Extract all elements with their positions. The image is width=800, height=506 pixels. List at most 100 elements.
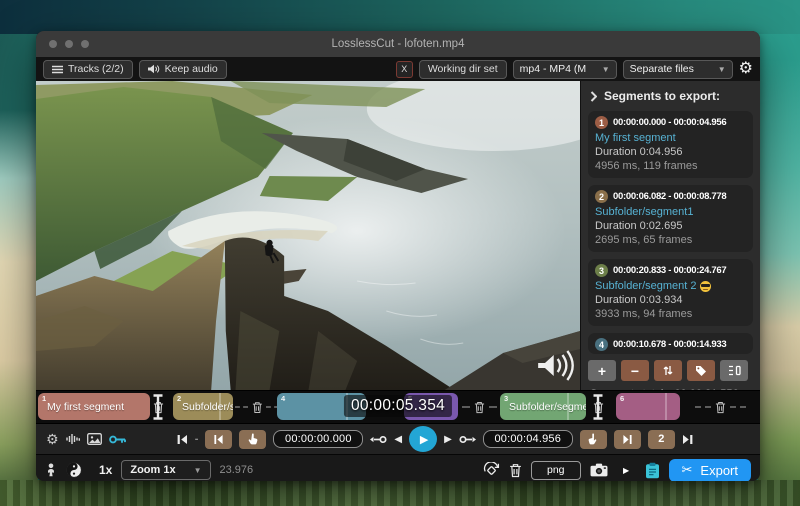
segment-card[interactable]: 4 00:00:10.678 - 00:00:14.933 bbox=[588, 333, 753, 354]
chevron-down-icon: ▼ bbox=[596, 65, 610, 74]
thumbnails-icon[interactable] bbox=[87, 433, 102, 445]
trash-icon[interactable] bbox=[509, 463, 522, 478]
cut-end-time-input[interactable]: 00:00:04.956 bbox=[483, 430, 573, 448]
desktop-wallpaper-top bbox=[0, 0, 800, 34]
waveform-icon[interactable] bbox=[66, 433, 80, 445]
trash-icon[interactable] bbox=[715, 401, 726, 414]
gap-delete-control[interactable] bbox=[686, 393, 754, 421]
segment-actions: + − bbox=[588, 360, 753, 381]
timeline-zoom-select[interactable]: Zoom 1x ▼ bbox=[121, 460, 210, 480]
cog-icon[interactable]: ⚙ bbox=[46, 432, 59, 446]
segment-number-badge: 2 bbox=[595, 190, 608, 203]
gap-delete-control[interactable] bbox=[460, 393, 498, 421]
segments-sidebar: Segments to export: 100:00:00.000 - 00:0… bbox=[580, 81, 760, 390]
next-frame-icon[interactable]: ▶ bbox=[444, 434, 452, 445]
media-preview-icon[interactable]: ▶ bbox=[617, 462, 636, 479]
settings-gear-icon[interactable]: ⚙ bbox=[739, 61, 753, 77]
desktop-wallpaper-left bbox=[0, 110, 38, 490]
segment-meta: 2695 ms, 65 frames bbox=[595, 234, 746, 246]
simple-mode-baby-icon[interactable] bbox=[45, 463, 57, 477]
output-format-value: mp4 - MP4 (M bbox=[520, 63, 587, 75]
divider-dash: - bbox=[195, 433, 199, 445]
segment-range: 00:00:10.678 - 00:00:14.933 bbox=[613, 339, 726, 350]
capture-format-button[interactable]: png bbox=[531, 461, 581, 480]
titlebar: LosslessCut - lofoten.mp4 bbox=[36, 31, 760, 57]
prev-frame-icon[interactable]: ◀ bbox=[394, 434, 402, 445]
segment-number-badge: 4 bbox=[595, 338, 608, 351]
video-preview[interactable] bbox=[36, 81, 580, 390]
segment-counter-button[interactable]: 2 bbox=[648, 430, 675, 449]
trash-icon[interactable] bbox=[474, 401, 485, 414]
segment-duration: Duration 0:04.956 bbox=[595, 146, 746, 158]
remove-segment-button[interactable]: − bbox=[621, 360, 649, 381]
close-window-button[interactable] bbox=[49, 40, 57, 48]
segment-name[interactable]: Subfolder/segment 2 bbox=[595, 280, 746, 292]
segment-duration: Duration 0:02.695 bbox=[595, 220, 746, 232]
trash-icon[interactable] bbox=[252, 401, 263, 414]
main-area: Segments to export: 100:00:00.000 - 00:0… bbox=[36, 81, 760, 390]
window-title: LosslessCut - lofoten.mp4 bbox=[36, 38, 760, 50]
minimize-window-button[interactable] bbox=[65, 40, 73, 48]
clipboard-icon[interactable] bbox=[645, 462, 660, 479]
segment-edge-handle[interactable] bbox=[590, 393, 606, 421]
cut-start-time-input[interactable]: 00:00:00.000 bbox=[273, 430, 363, 448]
camera-icon[interactable] bbox=[590, 463, 608, 477]
close-file-button[interactable]: X bbox=[396, 61, 413, 78]
keep-audio-button[interactable]: Keep audio bbox=[139, 60, 227, 79]
segment-range: 00:00:20.833 - 00:00:24.767 bbox=[613, 265, 726, 276]
timeline-segment-3[interactable]: 3 Subfolder/segment 2 bbox=[500, 393, 586, 420]
jump-file-start-icon[interactable] bbox=[177, 434, 188, 445]
sort-segments-button[interactable] bbox=[654, 360, 682, 381]
add-segment-button[interactable]: + bbox=[588, 360, 616, 381]
segment-name[interactable]: My first segment bbox=[595, 132, 746, 144]
segment-range: 00:00:06.082 - 00:00:08.778 bbox=[613, 191, 726, 202]
speaker-icon bbox=[148, 64, 160, 74]
jump-file-end-icon[interactable] bbox=[682, 434, 693, 445]
gap-delete-control[interactable] bbox=[235, 393, 279, 421]
playback-controls: ⚙ - 00:00:00.000 bbox=[36, 423, 760, 454]
prev-keyframe-icon[interactable] bbox=[370, 434, 387, 445]
traffic-lights bbox=[49, 40, 89, 48]
next-keyframe-icon[interactable] bbox=[459, 434, 476, 445]
segment-duration: Duration 0:03.934 bbox=[595, 294, 746, 306]
chevron-down-icon: ▼ bbox=[194, 466, 202, 475]
chevron-right-icon bbox=[590, 91, 597, 102]
set-cut-start-button[interactable] bbox=[239, 430, 266, 449]
timeline-segment-6[interactable]: 6 bbox=[616, 393, 680, 420]
timeline[interactable]: 1 My first segment 2 Subfolder/segment1 … bbox=[36, 390, 760, 423]
segments-options-button[interactable] bbox=[720, 360, 748, 381]
yin-yang-icon[interactable] bbox=[66, 462, 82, 478]
export-button[interactable]: ✂ Export bbox=[669, 459, 751, 482]
segment-card[interactable]: 2 00:00:06.082 - 00:00:08.778 Subfolder/s… bbox=[588, 185, 753, 252]
video-frame-lofoten bbox=[36, 81, 580, 390]
segment-number-badge: 3 bbox=[595, 264, 608, 277]
bottom-toolbar: 1x Zoom 1x ▼ 23.976 png ▶ ✂ Ex bbox=[36, 454, 760, 481]
segment-meta: 3933 ms, 94 frames bbox=[595, 308, 746, 320]
segment-edge-handle[interactable] bbox=[150, 393, 166, 421]
tracks-button[interactable]: Tracks (2/2) bbox=[43, 60, 133, 79]
top-toolbar: Tracks (2/2) Keep audio X Working dir se… bbox=[36, 57, 760, 81]
output-format-select[interactable]: mp4 - MP4 (M ▼ bbox=[513, 60, 617, 79]
timeline-segment-2[interactable]: 2 Subfolder/segment1 bbox=[173, 393, 233, 420]
scissors-icon: ✂ bbox=[682, 462, 693, 478]
play-button[interactable]: ▶ bbox=[409, 426, 437, 452]
seek-segment-end-button[interactable] bbox=[614, 430, 641, 449]
segment-number-badge: 1 bbox=[595, 116, 608, 129]
segment-name[interactable]: Subfolder/segment1 bbox=[595, 206, 746, 218]
working-dir-button[interactable]: Working dir set bbox=[419, 60, 507, 79]
desktop-wallpaper-bottom bbox=[0, 480, 800, 506]
tag-segment-button[interactable] bbox=[687, 360, 715, 381]
timeline-segment-1[interactable]: 1 My first segment bbox=[38, 393, 150, 420]
segments-header[interactable]: Segments to export: bbox=[590, 89, 753, 103]
segment-card[interactable]: 100:00:00.000 - 00:00:04.956 My first se… bbox=[588, 111, 753, 178]
seek-segment-start-button[interactable] bbox=[205, 430, 232, 449]
current-time-display: 00:00:05.354 bbox=[344, 395, 452, 417]
file-mode-select[interactable]: Separate files ▼ bbox=[623, 60, 733, 79]
keyframes-icon[interactable] bbox=[109, 434, 126, 445]
set-cut-end-button[interactable] bbox=[580, 430, 607, 449]
chevron-down-icon: ▼ bbox=[712, 65, 726, 74]
segment-card[interactable]: 3 00:00:20.833 - 00:00:24.767 Subfolder/s… bbox=[588, 259, 753, 326]
rotation-icon[interactable] bbox=[483, 462, 500, 478]
screen: LosslessCut - lofoten.mp4 Tracks (2/2) K… bbox=[0, 0, 800, 506]
maximize-window-button[interactable] bbox=[81, 40, 89, 48]
